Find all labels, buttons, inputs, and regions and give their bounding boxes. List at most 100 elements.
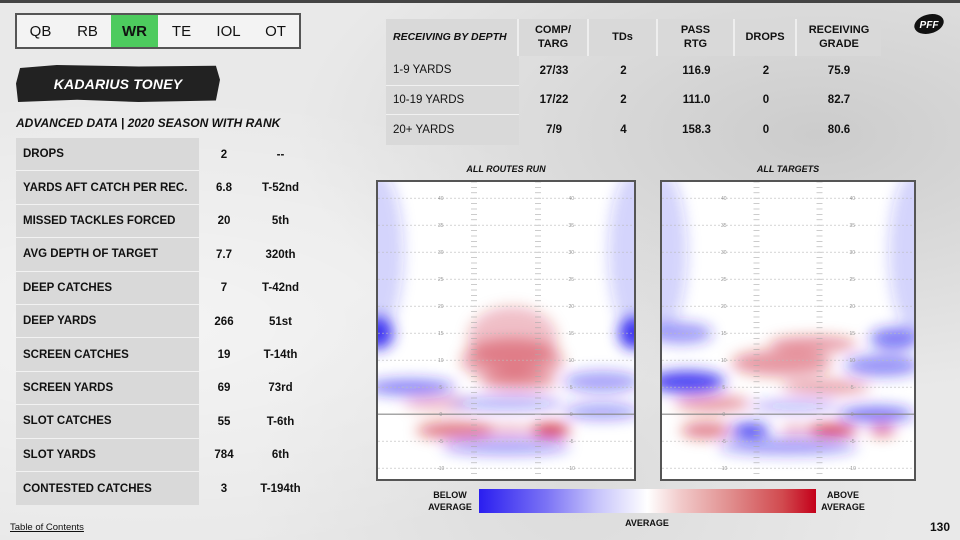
legend-above-label: ABOVE AVERAGE — [821, 490, 865, 512]
yard-label: 20 — [438, 304, 444, 310]
yard-label: 15 — [438, 331, 444, 337]
heatmap-all-routes: 40 40 35 35 30 30 25 25 20 20 15 15 10 10 5 5 0 0 -5 -5 -10 -… — [376, 180, 636, 481]
yard-label: -10 — [568, 466, 575, 472]
yard-label: 25 — [849, 277, 855, 283]
stat-rank: T-42nd — [261, 282, 300, 295]
yard-label: -5 — [722, 439, 727, 445]
yard-label: 40 — [438, 196, 444, 202]
yard-label: 30 — [849, 250, 855, 256]
header-cell: TDs — [589, 19, 658, 56]
tab-iol[interactable]: IOL — [205, 15, 252, 47]
page-number: 130 — [929, 520, 950, 534]
heat-blob-above — [781, 425, 807, 436]
tab-qb[interactable]: QB — [17, 15, 64, 47]
header-cell: RECEIVING GRADE — [808, 23, 870, 50]
yard-label: 5 — [851, 385, 854, 391]
stat-label: YARDS AFT CATCH PER REC. — [16, 171, 199, 205]
cell: 7/9 — [546, 123, 562, 136]
stat-rank: T-52nd — [261, 182, 300, 195]
cell: 0 — [762, 123, 770, 136]
position-tabs: QB RB WR TE IOL OT — [15, 13, 301, 49]
stat-label: DEEP CATCHES — [16, 271, 199, 305]
stat-value: 2 — [220, 148, 228, 161]
stat-label: AVG DEPTH OF TARGET — [16, 238, 199, 272]
heat-blob-above — [806, 425, 858, 436]
yard-label: 30 — [721, 250, 727, 256]
tab-wr[interactable]: WR — [111, 15, 158, 47]
cell: 82.7 — [827, 94, 851, 107]
stat-label: SLOT YARDS — [16, 438, 199, 472]
stat-value: 20 — [217, 215, 231, 228]
yard-label: -5 — [850, 439, 855, 445]
yard-label: 5 — [439, 385, 442, 391]
cell: 80.6 — [827, 123, 851, 136]
table-row: 10-19 YARDS 17/22 2 111.0 0 82.7 — [386, 85, 881, 115]
table-row: CONTESTED CATCHES 3 T-194th — [16, 471, 312, 506]
heat-blob-above — [480, 371, 558, 393]
yard-label: 25 — [568, 277, 574, 283]
yard-label: 15 — [849, 331, 855, 337]
top-border — [0, 0, 960, 3]
cell: 27/33 — [539, 64, 569, 77]
stat-rank: 51st — [268, 315, 293, 328]
stat-rank: T-194th — [260, 482, 301, 495]
yard-label: 35 — [568, 223, 574, 229]
cell: 2 — [620, 64, 627, 77]
stat-value: 784 — [214, 449, 234, 462]
stat-value: 19 — [217, 349, 231, 362]
yard-label: -5 — [569, 439, 574, 445]
yard-label: 10 — [721, 358, 727, 364]
stat-rank: -- — [276, 148, 285, 161]
stat-value: 266 — [214, 315, 234, 328]
depth-label: 1-9 YARDS — [386, 56, 519, 86]
cell: 75.9 — [827, 64, 851, 77]
section-title: ADVANCED DATA | 2020 SEASON WITH RANK — [16, 116, 281, 130]
tab-ot[interactable]: OT — [252, 15, 299, 47]
heatmap-all-targets: 40 40 35 35 30 30 25 25 20 20 15 15 10 10 5 5 0 0 -5 -5 -10 -… — [660, 180, 916, 481]
chart-title-targets: ALL TARGETS — [756, 164, 820, 174]
stat-label: MISSED TACKLES FORCED — [16, 204, 199, 239]
player-name-banner: KADARIUS TONEY — [16, 65, 220, 102]
heat-blob-above — [674, 395, 751, 412]
yard-label: 30 — [568, 250, 574, 256]
yard-label: 35 — [849, 223, 855, 229]
yard-label: 40 — [849, 196, 855, 202]
cell: 111.0 — [682, 94, 711, 107]
stat-value: 55 — [217, 415, 231, 428]
advanced-data-table: DROPS 2 -- YARDS AFT CATCH PER REC. 6.8 T-52… — [16, 138, 312, 506]
yard-label: 0 — [439, 412, 442, 418]
cell: 2 — [620, 94, 627, 107]
stat-rank: 320th — [265, 248, 296, 261]
stat-rank: 5th — [271, 215, 290, 228]
header-cell: PASS RTG — [658, 19, 735, 56]
cell: 17/22 — [539, 94, 569, 107]
tab-te[interactable]: TE — [158, 15, 205, 47]
table-of-contents-link[interactable]: Table of Contents — [10, 522, 84, 533]
stat-value: 6.8 — [216, 182, 232, 195]
yard-label: 0 — [851, 412, 854, 418]
stat-label: DROPS — [16, 138, 199, 172]
tab-rb[interactable]: RB — [64, 15, 111, 47]
table-row: SLOT YARDS 784 6th — [16, 438, 312, 472]
table-header: RECEIVING BY DEPTH COMP/ TARG TDs PASS R… — [386, 19, 881, 56]
yard-label: 20 — [849, 304, 855, 310]
stat-rank: T-14th — [263, 349, 298, 362]
stat-label: SCREEN YARDS — [16, 371, 199, 406]
yard-label: 15 — [721, 331, 727, 337]
heat-blob-below — [750, 400, 839, 412]
receiving-by-depth-table: RECEIVING BY DEPTH COMP/ TARG TDs PASS R… — [386, 19, 881, 145]
yard-label: 5 — [570, 385, 573, 391]
stat-label: CONTESTED CATCHES — [16, 471, 199, 506]
table-row: SCREEN CATCHES 19 T-14th — [16, 338, 312, 372]
yard-label: 20 — [568, 304, 574, 310]
cell: 116.9 — [682, 64, 711, 77]
yard-label: 15 — [568, 331, 574, 337]
yard-label: 30 — [438, 250, 444, 256]
heat-blob-below — [448, 396, 564, 411]
yard-label: -5 — [438, 439, 443, 445]
stat-value: 69 — [217, 382, 231, 395]
table-row: DROPS 2 -- — [16, 138, 312, 172]
header-cell: RECEIVING BY DEPTH — [386, 19, 519, 56]
yard-label: 10 — [849, 358, 855, 364]
stat-rank: 6th — [271, 449, 290, 462]
